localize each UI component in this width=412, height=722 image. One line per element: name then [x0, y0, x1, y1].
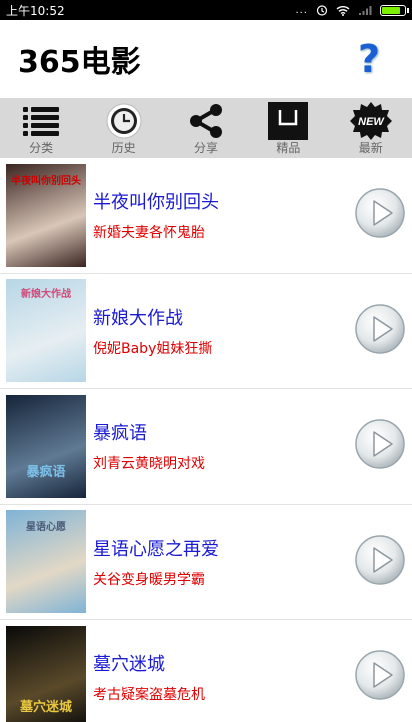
tool-newest-label: 最新 — [358, 141, 383, 155]
poster-caption: 半夜叫你别回头 — [11, 175, 81, 187]
movie-item[interactable]: 星语心愿 星语心愿之再爱 关谷变身暖男学霸 — [0, 505, 412, 620]
movie-list: 半夜叫你别回头 半夜叫你别回头 新婚夫妻各怀鬼胎 新娘大作战 新娘大作战 倪妮B… — [0, 158, 412, 722]
wifi-icon — [336, 5, 350, 16]
toolbar: 分类 历史 分享 精品 NEW 最新 — [0, 98, 412, 158]
movie-poster[interactable]: 星语心愿 — [6, 510, 86, 614]
tool-category-label: 分类 — [29, 141, 54, 155]
status-time: 上午10:52 — [6, 3, 65, 18]
play-icon — [355, 535, 405, 585]
movie-item[interactable]: 墓穴迷城 墓穴迷城 考古疑案盗墓危机 — [0, 620, 412, 722]
movie-item[interactable]: 半夜叫你别回头 半夜叫你别回头 新婚夫妻各怀鬼胎 — [0, 158, 412, 274]
battery-icon — [380, 4, 409, 16]
alarm-icon — [316, 5, 328, 16]
list-icon — [23, 101, 60, 141]
poster-caption: 暴疯语 — [26, 464, 66, 480]
signal-icon — [359, 5, 372, 15]
share-icon — [188, 101, 224, 141]
movie-poster[interactable]: 墓穴迷城 — [6, 625, 86, 722]
status-dots: ... — [295, 4, 308, 16]
movie-item[interactable]: 新娘大作战 新娘大作战 倪妮Baby姐妹狂撕 — [0, 274, 412, 389]
tool-history[interactable]: 历史 — [89, 101, 159, 155]
play-button[interactable] — [354, 187, 406, 243]
new-badge-text: NEW — [358, 116, 385, 128]
play-button[interactable] — [354, 649, 406, 705]
bag-icon — [268, 101, 309, 141]
movie-poster[interactable]: 新娘大作战 — [6, 279, 86, 383]
status-bar: 上午10:52 ... — [0, 0, 412, 20]
poster-caption: 星语心愿 — [26, 522, 66, 534]
tool-newest[interactable]: NEW 最新 — [336, 101, 406, 155]
poster-caption: 墓穴迷城 — [19, 699, 72, 715]
tool-share-label: 分享 — [193, 141, 218, 155]
battery-fill — [382, 6, 400, 14]
tool-share[interactable]: 分享 — [171, 101, 241, 155]
tool-category[interactable]: 分类 — [6, 101, 76, 155]
play-button[interactable] — [354, 418, 406, 474]
play-icon — [355, 650, 405, 700]
tool-premium[interactable]: 精品 — [253, 101, 323, 155]
movie-poster[interactable]: 半夜叫你别回头 — [6, 163, 86, 267]
play-icon — [355, 419, 405, 469]
poster-caption: 新娘大作战 — [21, 289, 71, 301]
tool-premium-label: 精品 — [276, 141, 301, 155]
help-button[interactable]: ? — [358, 37, 394, 81]
tool-history-label: 历史 — [111, 141, 136, 155]
play-button[interactable] — [354, 534, 406, 590]
movie-poster[interactable]: 暴疯语 — [6, 394, 86, 498]
new-badge-icon: NEW — [349, 101, 393, 141]
history-icon — [105, 101, 143, 141]
app-header: 365电影 ? — [0, 20, 412, 98]
status-icons: ... — [295, 4, 409, 16]
play-icon — [355, 304, 405, 354]
movie-item[interactable]: 暴疯语 暴疯语 刘青云黄晓明对戏 — [0, 389, 412, 505]
app-title: 365电影 — [18, 45, 141, 80]
play-button[interactable] — [354, 303, 406, 359]
play-icon — [355, 188, 405, 238]
